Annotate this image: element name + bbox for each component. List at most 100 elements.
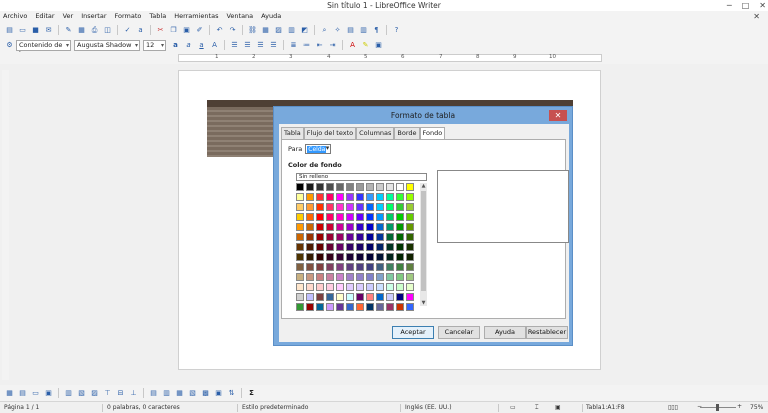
find-replace-icon[interactable]: ⌕	[320, 26, 329, 35]
color-swatch[interactable]	[356, 253, 364, 261]
underline-icon[interactable]: a	[197, 41, 206, 50]
color-swatch[interactable]	[346, 223, 354, 231]
scroll-thumb[interactable]	[421, 191, 426, 291]
paragraph-style-select[interactable]: Contenido de la	[16, 39, 71, 58]
color-swatch[interactable]	[296, 253, 304, 261]
color-swatch[interactable]	[356, 283, 364, 291]
color-swatch[interactable]	[366, 303, 374, 311]
color-swatch[interactable]	[296, 293, 304, 301]
color-swatch[interactable]	[346, 283, 354, 291]
cut-icon[interactable]: ✂	[156, 26, 165, 35]
color-swatch[interactable]	[306, 223, 314, 231]
color-swatch[interactable]	[316, 253, 324, 261]
font-color-icon[interactable]: A	[348, 41, 357, 50]
color-swatch[interactable]	[356, 243, 364, 251]
color-swatch[interactable]	[296, 193, 304, 201]
sum-icon[interactable]: Σ	[247, 389, 256, 398]
color-palette[interactable]	[296, 183, 419, 311]
sort-icon[interactable]: ⇅	[227, 389, 236, 398]
insert-column-icon[interactable]: ▥	[162, 389, 171, 398]
navigator-icon[interactable]: ✧	[333, 26, 342, 35]
color-swatch[interactable]	[386, 233, 394, 241]
chart-icon[interactable]: ▥	[287, 26, 296, 35]
color-swatch[interactable]	[336, 273, 344, 281]
color-swatch[interactable]	[326, 183, 334, 191]
close-document-icon[interactable]: ✕	[753, 11, 760, 22]
color-swatch[interactable]	[296, 203, 304, 211]
color-swatch[interactable]	[366, 293, 374, 301]
color-swatch[interactable]	[386, 193, 394, 201]
insert-row-icon[interactable]: ▤	[149, 389, 158, 398]
color-swatch[interactable]	[296, 303, 304, 311]
color-swatch[interactable]	[296, 243, 304, 251]
close-window-button[interactable]: ✕	[759, 0, 766, 11]
color-swatch[interactable]	[366, 243, 374, 251]
color-swatch[interactable]	[316, 193, 324, 201]
color-swatch[interactable]	[366, 193, 374, 201]
menu-editar[interactable]: Editar	[35, 11, 54, 22]
color-swatch[interactable]	[306, 293, 314, 301]
color-swatch[interactable]	[406, 303, 414, 311]
tab-columnas[interactable]: Columnas	[356, 127, 395, 139]
color-swatch[interactable]	[336, 283, 344, 291]
align-bottom-icon[interactable]: ⊥	[129, 389, 138, 398]
color-swatch[interactable]	[296, 213, 304, 221]
color-swatch[interactable]	[406, 293, 414, 301]
color-swatch[interactable]	[316, 293, 324, 301]
color-swatch[interactable]	[336, 253, 344, 261]
table-insert-icon[interactable]: ▦	[5, 389, 14, 398]
zoom-level[interactable]: 75%	[750, 404, 763, 411]
menu-ventana[interactable]: Ventana	[226, 11, 253, 22]
ok-button[interactable]: Aceptar	[392, 326, 434, 339]
color-swatch[interactable]	[406, 273, 414, 281]
table-cells[interactable]	[207, 107, 273, 157]
color-swatch[interactable]	[366, 263, 374, 271]
delete-column-icon[interactable]: ▧	[188, 389, 197, 398]
zoom-in-icon[interactable]: +	[737, 403, 742, 410]
color-swatch[interactable]	[346, 273, 354, 281]
shadow-icon[interactable]: A	[210, 41, 219, 50]
palette-scrollbar[interactable]: ▲ ▼	[420, 183, 427, 306]
edit-mode-icon[interactable]: ✎	[64, 26, 73, 35]
select-table-icon[interactable]: ▩	[201, 389, 210, 398]
color-swatch[interactable]	[346, 263, 354, 271]
align-left-icon[interactable]: ☰	[230, 41, 239, 50]
color-swatch[interactable]	[386, 273, 394, 281]
color-swatch[interactable]	[396, 203, 404, 211]
color-swatch[interactable]	[326, 193, 334, 201]
color-swatch[interactable]	[386, 293, 394, 301]
spellcheck-icon[interactable]: ✓	[123, 26, 132, 35]
color-swatch[interactable]	[376, 263, 384, 271]
bullets-icon[interactable]: ≔	[302, 41, 311, 50]
color-swatch[interactable]	[326, 213, 334, 221]
color-swatch[interactable]	[396, 283, 404, 291]
color-swatch[interactable]	[306, 283, 314, 291]
color-swatch[interactable]	[326, 253, 334, 261]
tab-tabla[interactable]: Tabla	[281, 127, 304, 139]
color-swatch[interactable]	[396, 273, 404, 281]
color-swatch[interactable]	[396, 223, 404, 231]
justify-icon[interactable]: ☰	[269, 41, 278, 50]
color-swatch[interactable]	[406, 183, 414, 191]
color-swatch[interactable]	[306, 213, 314, 221]
color-swatch[interactable]	[336, 303, 344, 311]
email-icon[interactable]: ✉	[44, 26, 53, 35]
color-swatch[interactable]	[396, 243, 404, 251]
hyperlink-icon[interactable]: ⛓	[248, 26, 257, 35]
color-swatch[interactable]	[346, 243, 354, 251]
draw-functions-icon[interactable]: ◩	[300, 26, 309, 35]
color-swatch[interactable]	[396, 293, 404, 301]
clone-format-icon[interactable]: ✐	[195, 26, 204, 35]
color-swatch[interactable]	[336, 233, 344, 241]
color-swatch[interactable]	[346, 233, 354, 241]
color-swatch[interactable]	[396, 233, 404, 241]
numbering-icon[interactable]: ≣	[289, 41, 298, 50]
menu-insertar[interactable]: Insertar	[81, 11, 106, 22]
color-swatch[interactable]	[296, 273, 304, 281]
color-swatch[interactable]	[306, 303, 314, 311]
font-size-select[interactable]: 12	[143, 39, 166, 51]
page-count[interactable]: Página 1 / 1	[4, 404, 39, 411]
decrease-indent-icon[interactable]: ⇤	[315, 41, 324, 50]
insert-mode-icon[interactable]: ▭	[510, 404, 516, 411]
export-pdf-icon[interactable]: ▦	[77, 26, 86, 35]
